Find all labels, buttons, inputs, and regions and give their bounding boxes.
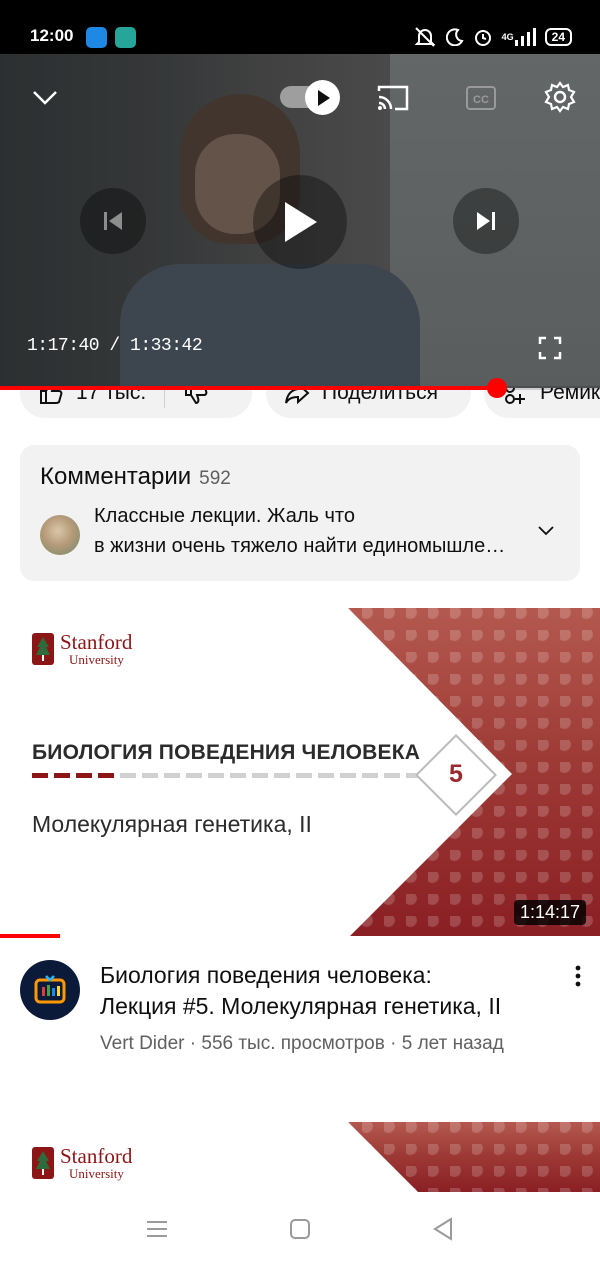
chevron-down-icon: [33, 91, 57, 105]
previous-button[interactable]: [80, 188, 146, 254]
network-type: 4G: [501, 31, 514, 42]
silent-bell-icon: [413, 26, 437, 48]
cc-icon: CC: [466, 86, 496, 110]
progress-fill: [0, 386, 498, 390]
android-app-icon: [86, 27, 107, 48]
comments-count: 592: [199, 468, 231, 489]
stanford-wordmark: Stanford University: [60, 1144, 133, 1181]
duration-badge: 1:14:17: [513, 900, 586, 925]
video-title-line-2: Лекция #5. Молекулярная генетика, II: [100, 993, 502, 1019]
video-title[interactable]: Биология поведения человека: Лекция #5. …: [100, 960, 540, 1022]
thumbnail-dash-line: [32, 773, 422, 778]
settings-button[interactable]: [540, 76, 580, 118]
autoplay-toggle[interactable]: [280, 78, 342, 116]
progress-bar[interactable]: [0, 378, 600, 398]
cast-button[interactable]: [372, 78, 414, 118]
settings-icon: [544, 81, 576, 113]
home-icon: [290, 1219, 310, 1239]
stanford-wordmark: Stanford University: [60, 630, 133, 667]
video-title-line-1: Биология поведения человека:: [100, 962, 432, 988]
video-player[interactable]: CC 1:17:40 / 1:33:42: [0, 54, 600, 388]
captions-button[interactable]: CC: [462, 78, 500, 118]
comment-preview: Классные лекции. Жаль что в жизни очень …: [94, 501, 514, 561]
alarm-icon: [473, 27, 493, 47]
commenter-avatar: [40, 515, 80, 555]
fullscreen-button[interactable]: [532, 330, 568, 366]
stanford-tree-icon: [32, 1147, 54, 1179]
meta-separator: ·: [390, 1033, 397, 1054]
next-button[interactable]: [453, 188, 519, 254]
fullscreen-icon: [538, 336, 562, 360]
back-icon: [433, 1217, 452, 1241]
svg-text:CC: CC: [473, 94, 489, 106]
time-readout: 1:17:40 / 1:33:42: [27, 336, 203, 356]
collapse-player-button[interactable]: [22, 80, 68, 116]
play-icon: [285, 202, 317, 242]
video-thumbnail[interactable]: Stanford University БИОЛОГИЯ ПОВЕДЕНИЯ Ч…: [0, 608, 600, 936]
stanford-sub: University: [69, 652, 124, 667]
play-button[interactable]: [253, 175, 347, 269]
thumbnail-subtitle: Молекулярная генетика, II: [32, 811, 312, 837]
upload-age: 5 лет назад: [401, 1033, 504, 1054]
watched-progress-bar: [0, 934, 60, 938]
comments-card[interactable]: Комментарии 592 Классные лекции. Жаль что…: [20, 445, 580, 581]
channel-avatar[interactable]: [20, 960, 80, 1020]
view-count: 556 тыс. просмотров: [201, 1033, 385, 1054]
recent-apps-button[interactable]: [142, 1214, 172, 1244]
lecture-number: 5: [449, 760, 463, 788]
stanford-name: Stanford: [60, 630, 133, 654]
toggle-knob: [305, 80, 340, 115]
signal-icon: 4G: [502, 28, 536, 46]
video-thumbnail-2[interactable]: Stanford University: [0, 1122, 600, 1192]
autoplay-play-icon: [317, 89, 330, 106]
meta-separator: ·: [189, 1033, 197, 1054]
more-vertical-icon: [575, 965, 581, 987]
messenger-app-icon: [115, 27, 136, 48]
expand-comments-button[interactable]: [538, 523, 560, 545]
battery-icon: 24: [544, 28, 572, 46]
video-meta: Vert Dider · 556 тыс. просмотров · 5 лет…: [100, 1030, 520, 1057]
home-button[interactable]: [285, 1214, 315, 1244]
stanford-name: Stanford: [60, 1144, 133, 1168]
channel-logo-icon: [34, 975, 66, 1004]
skip-next-icon: [477, 212, 495, 230]
chevron-down-icon: [538, 526, 554, 536]
comment-line-2: в жизни очень тяжело найти единомышленни…: [94, 535, 514, 557]
system-nav-bar: [0, 1192, 600, 1266]
thumbnail-series-title: БИОЛОГИЯ ПОВЕДЕНИЯ ЧЕЛОВЕКА: [32, 741, 421, 764]
cast-icon: [377, 85, 409, 111]
stanford-logo: Stanford University: [32, 632, 132, 666]
skip-previous-icon: [104, 212, 122, 230]
stanford-sub: University: [69, 1166, 124, 1181]
moon-icon: [445, 28, 464, 46]
status-time: 12:00: [30, 26, 74, 45]
comments-header: Комментарии 592: [40, 463, 231, 491]
status-bar: 12:00 4G 24: [0, 0, 600, 54]
video-more-button[interactable]: [566, 963, 590, 989]
menu-icon: [147, 1221, 167, 1237]
channel-name[interactable]: Vert Dider: [100, 1033, 184, 1054]
comment-line-1: Классные лекции. Жаль что: [94, 505, 355, 527]
stanford-logo: Stanford University: [32, 1146, 132, 1180]
status-icons: 4G 24: [413, 26, 572, 48]
comments-title: Комментарии: [40, 463, 192, 490]
stanford-tree-icon: [32, 633, 54, 665]
back-button[interactable]: [428, 1214, 458, 1244]
